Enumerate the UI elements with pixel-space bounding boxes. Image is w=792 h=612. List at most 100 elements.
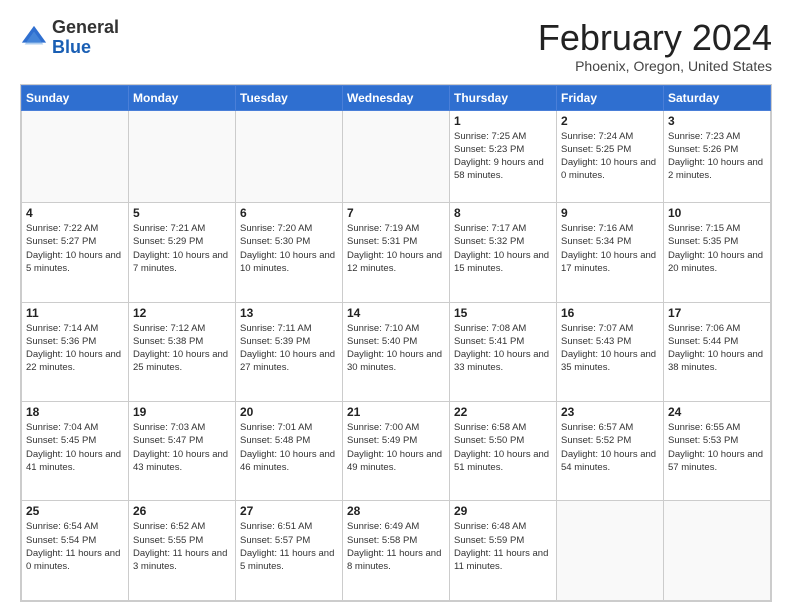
calendar-cell: 23Sunrise: 6:57 AMSunset: 5:52 PMDayligh… <box>557 402 664 501</box>
logo-icon <box>20 24 48 52</box>
day-number: 15 <box>454 306 552 320</box>
day-info: Sunrise: 6:51 AMSunset: 5:57 PMDaylight:… <box>240 520 338 573</box>
calendar-row-3: 11 Sunrise: 7:14 AMSunset: 5:36 PMDayligh… <box>22 302 771 401</box>
day-number: 19 <box>133 405 231 419</box>
calendar-cell: 4 Sunrise: 7:22 AMSunset: 5:27 PMDaylight… <box>22 203 129 302</box>
day-number: 7 <box>347 206 445 220</box>
day-number: 17 <box>668 306 766 320</box>
day-number: 4 <box>26 206 124 220</box>
day-number: 6 <box>240 206 338 220</box>
calendar-table: SundayMondayTuesdayWednesdayThursdayFrid… <box>21 85 771 601</box>
calendar-cell: 21 Sunrise: 7:00 AMSunset: 5:49 PMDayligh… <box>343 402 450 501</box>
day-info: Sunrise: 7:12 AMSunset: 5:38 PMDaylight:… <box>133 322 231 375</box>
calendar-cell: 24 Sunrise: 6:55 AMSunset: 5:53 PMDayligh… <box>664 402 771 501</box>
day-number: 10 <box>668 206 766 220</box>
day-info: Sunrise: 7:06 AMSunset: 5:44 PMDaylight:… <box>668 322 766 375</box>
calendar-cell: 3 Sunrise: 7:23 AMSunset: 5:26 PMDaylight… <box>664 110 771 202</box>
calendar-cell: 25 Sunrise: 6:54 AMSunset: 5:54 PMDayligh… <box>22 501 129 601</box>
day-info: Sunrise: 7:17 AMSunset: 5:32 PMDaylight:… <box>454 222 552 275</box>
calendar-cell: 26Sunrise: 6:52 AMSunset: 5:55 PMDayligh… <box>129 501 236 601</box>
calendar-cell: 13 Sunrise: 7:11 AMSunset: 5:39 PMDayligh… <box>236 302 343 401</box>
logo: General Blue <box>20 18 119 58</box>
title-block: February 2024 Phoenix, Oregon, United St… <box>538 18 772 74</box>
day-number: 16 <box>561 306 659 320</box>
weekday-row: SundayMondayTuesdayWednesdayThursdayFrid… <box>22 85 771 110</box>
calendar-cell: 18 Sunrise: 7:04 AMSunset: 5:45 PMDayligh… <box>22 402 129 501</box>
day-info: Sunrise: 7:00 AMSunset: 5:49 PMDaylight:… <box>347 421 445 474</box>
logo-general-text: General <box>52 17 119 37</box>
calendar-header: SundayMondayTuesdayWednesdayThursdayFrid… <box>22 85 771 110</box>
calendar-cell <box>664 501 771 601</box>
day-number: 3 <box>668 114 766 128</box>
day-number: 27 <box>240 504 338 518</box>
day-number: 25 <box>26 504 124 518</box>
calendar-cell: 29 Sunrise: 6:48 AMSunset: 5:59 PMDayligh… <box>450 501 557 601</box>
day-number: 12 <box>133 306 231 320</box>
calendar-body: 1 Sunrise: 7:25 AMSunset: 5:23 PMDaylight… <box>22 110 771 600</box>
day-info: Sunrise: 7:24 AMSunset: 5:25 PMDaylight:… <box>561 130 659 183</box>
calendar-cell <box>343 110 450 202</box>
day-number: 1 <box>454 114 552 128</box>
day-info: Sunrise: 7:01 AMSunset: 5:48 PMDaylight:… <box>240 421 338 474</box>
day-number: 22 <box>454 405 552 419</box>
day-info: Sunrise: 7:04 AMSunset: 5:45 PMDaylight:… <box>26 421 124 474</box>
day-info: Sunrise: 7:03 AMSunset: 5:47 PMDaylight:… <box>133 421 231 474</box>
calendar-cell: 10Sunrise: 7:15 AMSunset: 5:35 PMDayligh… <box>664 203 771 302</box>
calendar-cell: 11 Sunrise: 7:14 AMSunset: 5:36 PMDayligh… <box>22 302 129 401</box>
weekday-header-thursday: Thursday <box>450 85 557 110</box>
day-number: 18 <box>26 405 124 419</box>
day-info: Sunrise: 6:54 AMSunset: 5:54 PMDaylight:… <box>26 520 124 573</box>
calendar-cell: 9 Sunrise: 7:16 AMSunset: 5:34 PMDaylight… <box>557 203 664 302</box>
calendar-row-2: 4 Sunrise: 7:22 AMSunset: 5:27 PMDaylight… <box>22 203 771 302</box>
calendar-cell: 22Sunrise: 6:58 AMSunset: 5:50 PMDayligh… <box>450 402 557 501</box>
day-info: Sunrise: 7:10 AMSunset: 5:40 PMDaylight:… <box>347 322 445 375</box>
day-info: Sunrise: 7:25 AMSunset: 5:23 PMDaylight:… <box>454 130 552 183</box>
calendar-cell: 28 Sunrise: 6:49 AMSunset: 5:58 PMDayligh… <box>343 501 450 601</box>
day-number: 14 <box>347 306 445 320</box>
day-number: 20 <box>240 405 338 419</box>
day-number: 29 <box>454 504 552 518</box>
page: General Blue February 2024 Phoenix, Oreg… <box>0 0 792 612</box>
day-number: 9 <box>561 206 659 220</box>
day-info: Sunrise: 7:23 AMSunset: 5:26 PMDaylight:… <box>668 130 766 183</box>
day-info: Sunrise: 7:22 AMSunset: 5:27 PMDaylight:… <box>26 222 124 275</box>
calendar-cell: 16 Sunrise: 7:07 AMSunset: 5:43 PMDayligh… <box>557 302 664 401</box>
calendar: SundayMondayTuesdayWednesdayThursdayFrid… <box>20 84 772 602</box>
calendar-cell: 27 Sunrise: 6:51 AMSunset: 5:57 PMDayligh… <box>236 501 343 601</box>
day-number: 2 <box>561 114 659 128</box>
day-number: 5 <box>133 206 231 220</box>
day-number: 24 <box>668 405 766 419</box>
day-info: Sunrise: 7:21 AMSunset: 5:29 PMDaylight:… <box>133 222 231 275</box>
day-info: Sunrise: 7:14 AMSunset: 5:36 PMDaylight:… <box>26 322 124 375</box>
day-info: Sunrise: 6:48 AMSunset: 5:59 PMDaylight:… <box>454 520 552 573</box>
day-number: 26 <box>133 504 231 518</box>
day-info: Sunrise: 7:16 AMSunset: 5:34 PMDaylight:… <box>561 222 659 275</box>
calendar-cell: 17 Sunrise: 7:06 AMSunset: 5:44 PMDayligh… <box>664 302 771 401</box>
calendar-cell: 5 Sunrise: 7:21 AMSunset: 5:29 PMDaylight… <box>129 203 236 302</box>
calendar-cell: 12 Sunrise: 7:12 AMSunset: 5:38 PMDayligh… <box>129 302 236 401</box>
calendar-cell <box>22 110 129 202</box>
logo-blue-text: Blue <box>52 37 91 57</box>
day-number: 13 <box>240 306 338 320</box>
day-info: Sunrise: 7:07 AMSunset: 5:43 PMDaylight:… <box>561 322 659 375</box>
calendar-cell <box>236 110 343 202</box>
day-info: Sunrise: 7:11 AMSunset: 5:39 PMDaylight:… <box>240 322 338 375</box>
weekday-header-saturday: Saturday <box>664 85 771 110</box>
day-number: 21 <box>347 405 445 419</box>
day-info: Sunrise: 6:55 AMSunset: 5:53 PMDaylight:… <box>668 421 766 474</box>
day-number: 28 <box>347 504 445 518</box>
calendar-cell: 6 Sunrise: 7:20 AMSunset: 5:30 PMDaylight… <box>236 203 343 302</box>
calendar-cell: 1 Sunrise: 7:25 AMSunset: 5:23 PMDaylight… <box>450 110 557 202</box>
calendar-cell: 20 Sunrise: 7:01 AMSunset: 5:48 PMDayligh… <box>236 402 343 501</box>
day-number: 11 <box>26 306 124 320</box>
day-number: 23 <box>561 405 659 419</box>
calendar-row-4: 18 Sunrise: 7:04 AMSunset: 5:45 PMDayligh… <box>22 402 771 501</box>
month-title: February 2024 <box>538 18 772 58</box>
day-info: Sunrise: 7:20 AMSunset: 5:30 PMDaylight:… <box>240 222 338 275</box>
day-info: Sunrise: 7:08 AMSunset: 5:41 PMDaylight:… <box>454 322 552 375</box>
calendar-cell: 8Sunrise: 7:17 AMSunset: 5:32 PMDaylight… <box>450 203 557 302</box>
calendar-cell <box>557 501 664 601</box>
calendar-cell <box>129 110 236 202</box>
weekday-header-monday: Monday <box>129 85 236 110</box>
day-info: Sunrise: 6:49 AMSunset: 5:58 PMDaylight:… <box>347 520 445 573</box>
